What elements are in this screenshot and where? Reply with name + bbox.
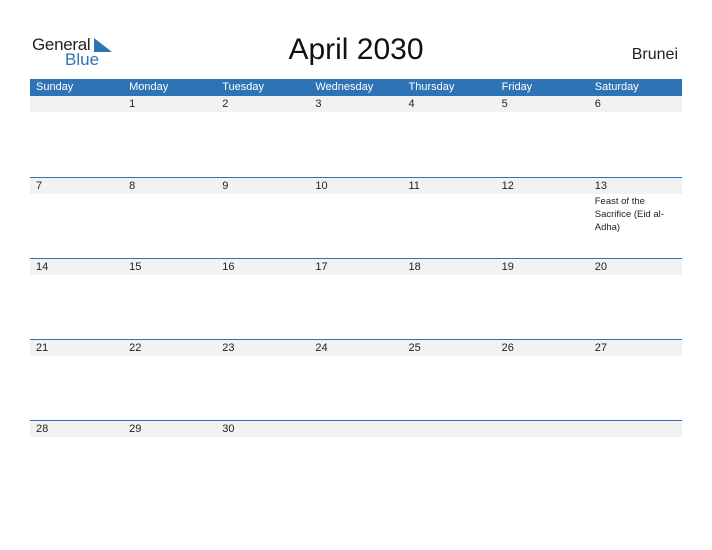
day-number: 5 (501, 98, 508, 110)
day-cell: 21 (30, 340, 123, 356)
day-number: 18 (408, 261, 421, 273)
day-cell: 14 (30, 259, 123, 275)
day-number (502, 421, 589, 437)
day-cell: 16 (216, 259, 309, 275)
day-cell (589, 421, 682, 437)
day-cell: 15 (123, 259, 216, 275)
day-number: 13 (594, 180, 607, 192)
day-cell: 9 (216, 178, 309, 234)
calendar-title: April 2030 (288, 33, 424, 66)
day-cell: 1 (123, 96, 216, 112)
day-cell: 12 (496, 178, 589, 234)
week-row: 28 29 30 (30, 420, 682, 501)
weekday-header: Sunday Monday Tuesday Wednesday Thursday… (30, 79, 682, 96)
day-number: 17 (315, 261, 328, 273)
day-cell: 2 (216, 96, 309, 112)
weekday-wednesday: Wednesday (315, 81, 374, 93)
day-number: 11 (408, 180, 420, 192)
day-cell (403, 421, 496, 437)
day-number: 28 (36, 423, 49, 435)
week-row: 14 15 16 17 18 19 20 (30, 258, 682, 339)
holiday-event: Feast of the Sacrifice (Eid al-Adha) (594, 196, 664, 233)
day-cell: 3 (309, 96, 402, 112)
day-number: 30 (222, 423, 235, 435)
day-cell: 29 (123, 421, 216, 437)
day-cell: 11 (403, 178, 496, 234)
day-cell: 26 (496, 340, 589, 356)
country-label: Brunei (631, 46, 678, 63)
weekday-friday: Friday (501, 81, 533, 93)
day-number: 21 (36, 342, 49, 354)
day-number: 20 (594, 261, 607, 273)
day-cell: 18 (403, 259, 496, 275)
day-cell: 23 (216, 340, 309, 356)
day-number (595, 421, 682, 437)
day-number: 24 (315, 342, 328, 354)
weekday-monday: Monday (129, 81, 169, 93)
day-cell: 28 (30, 421, 123, 437)
day-cell: 6 (589, 96, 682, 112)
day-number: 19 (501, 261, 514, 273)
day-cell: 25 (403, 340, 496, 356)
day-cell: 19 (496, 259, 589, 275)
day-number: 27 (594, 342, 607, 354)
day-number: 10 (315, 180, 328, 192)
day-number (409, 421, 496, 437)
day-number: 25 (408, 342, 421, 354)
day-number: 15 (129, 261, 142, 273)
day-number: 14 (36, 261, 49, 273)
day-cell: 8 (123, 178, 216, 234)
day-number: 8 (129, 180, 136, 192)
day-number: 1 (129, 98, 136, 110)
weeks-container: 1 2 3 4 5 6 7 8 9 10 11 12 13 Feast of the Sacrifice … (30, 96, 682, 501)
day-number: 26 (501, 342, 514, 354)
day-number: 7 (36, 180, 43, 192)
day-cell: 22 (123, 340, 216, 356)
weekday-sunday: Sunday (36, 81, 74, 93)
day-cell: 24 (309, 340, 402, 356)
day-cell: 27 (589, 340, 682, 356)
calendar-grid: Sunday Monday Tuesday Wednesday Thursday… (30, 79, 682, 501)
week-row: 1 2 3 4 5 6 (30, 96, 682, 177)
weekday-saturday: Saturday (594, 81, 639, 93)
day-number (36, 96, 123, 112)
day-number: 9 (222, 180, 229, 192)
day-cell: 5 (496, 96, 589, 112)
day-cell: 20 (589, 259, 682, 275)
week-cells: 1 2 3 4 5 6 (30, 96, 682, 112)
day-number: 29 (129, 423, 142, 435)
day-number: 22 (129, 342, 142, 354)
day-cell: 13 Feast of the Sacrifice (Eid al-Adha) (589, 178, 682, 234)
day-number: 6 (594, 98, 601, 110)
week-row: 21 22 23 24 25 26 27 (30, 339, 682, 420)
day-cell (30, 96, 123, 112)
day-number: 23 (222, 342, 235, 354)
weekday-tuesday: Tuesday (222, 81, 265, 93)
day-cell (496, 421, 589, 437)
week-cells: 7 8 9 10 11 12 13 Feast of the Sacrifice (Eid a… (30, 178, 682, 234)
day-cell: 30 (216, 421, 309, 437)
week-row: 7 8 9 10 11 12 13 Feast of the Sacrifice (Eid a… (30, 177, 682, 258)
day-cell: 10 (309, 178, 402, 234)
day-number: 16 (222, 261, 235, 273)
weekday-thursday: Thursday (408, 81, 455, 93)
day-number: 3 (315, 98, 322, 110)
day-cell: 17 (309, 259, 402, 275)
day-cell (309, 421, 402, 437)
week-cells: 28 29 30 (30, 421, 682, 437)
day-number: 4 (408, 98, 415, 110)
day-number: 12 (501, 180, 514, 192)
day-cell: 7 (30, 178, 123, 234)
day-cell: 4 (403, 96, 496, 112)
week-cells: 21 22 23 24 25 26 27 (30, 340, 682, 356)
day-number: 2 (222, 98, 229, 110)
week-cells: 14 15 16 17 18 19 20 (30, 259, 682, 275)
day-number (315, 421, 402, 437)
